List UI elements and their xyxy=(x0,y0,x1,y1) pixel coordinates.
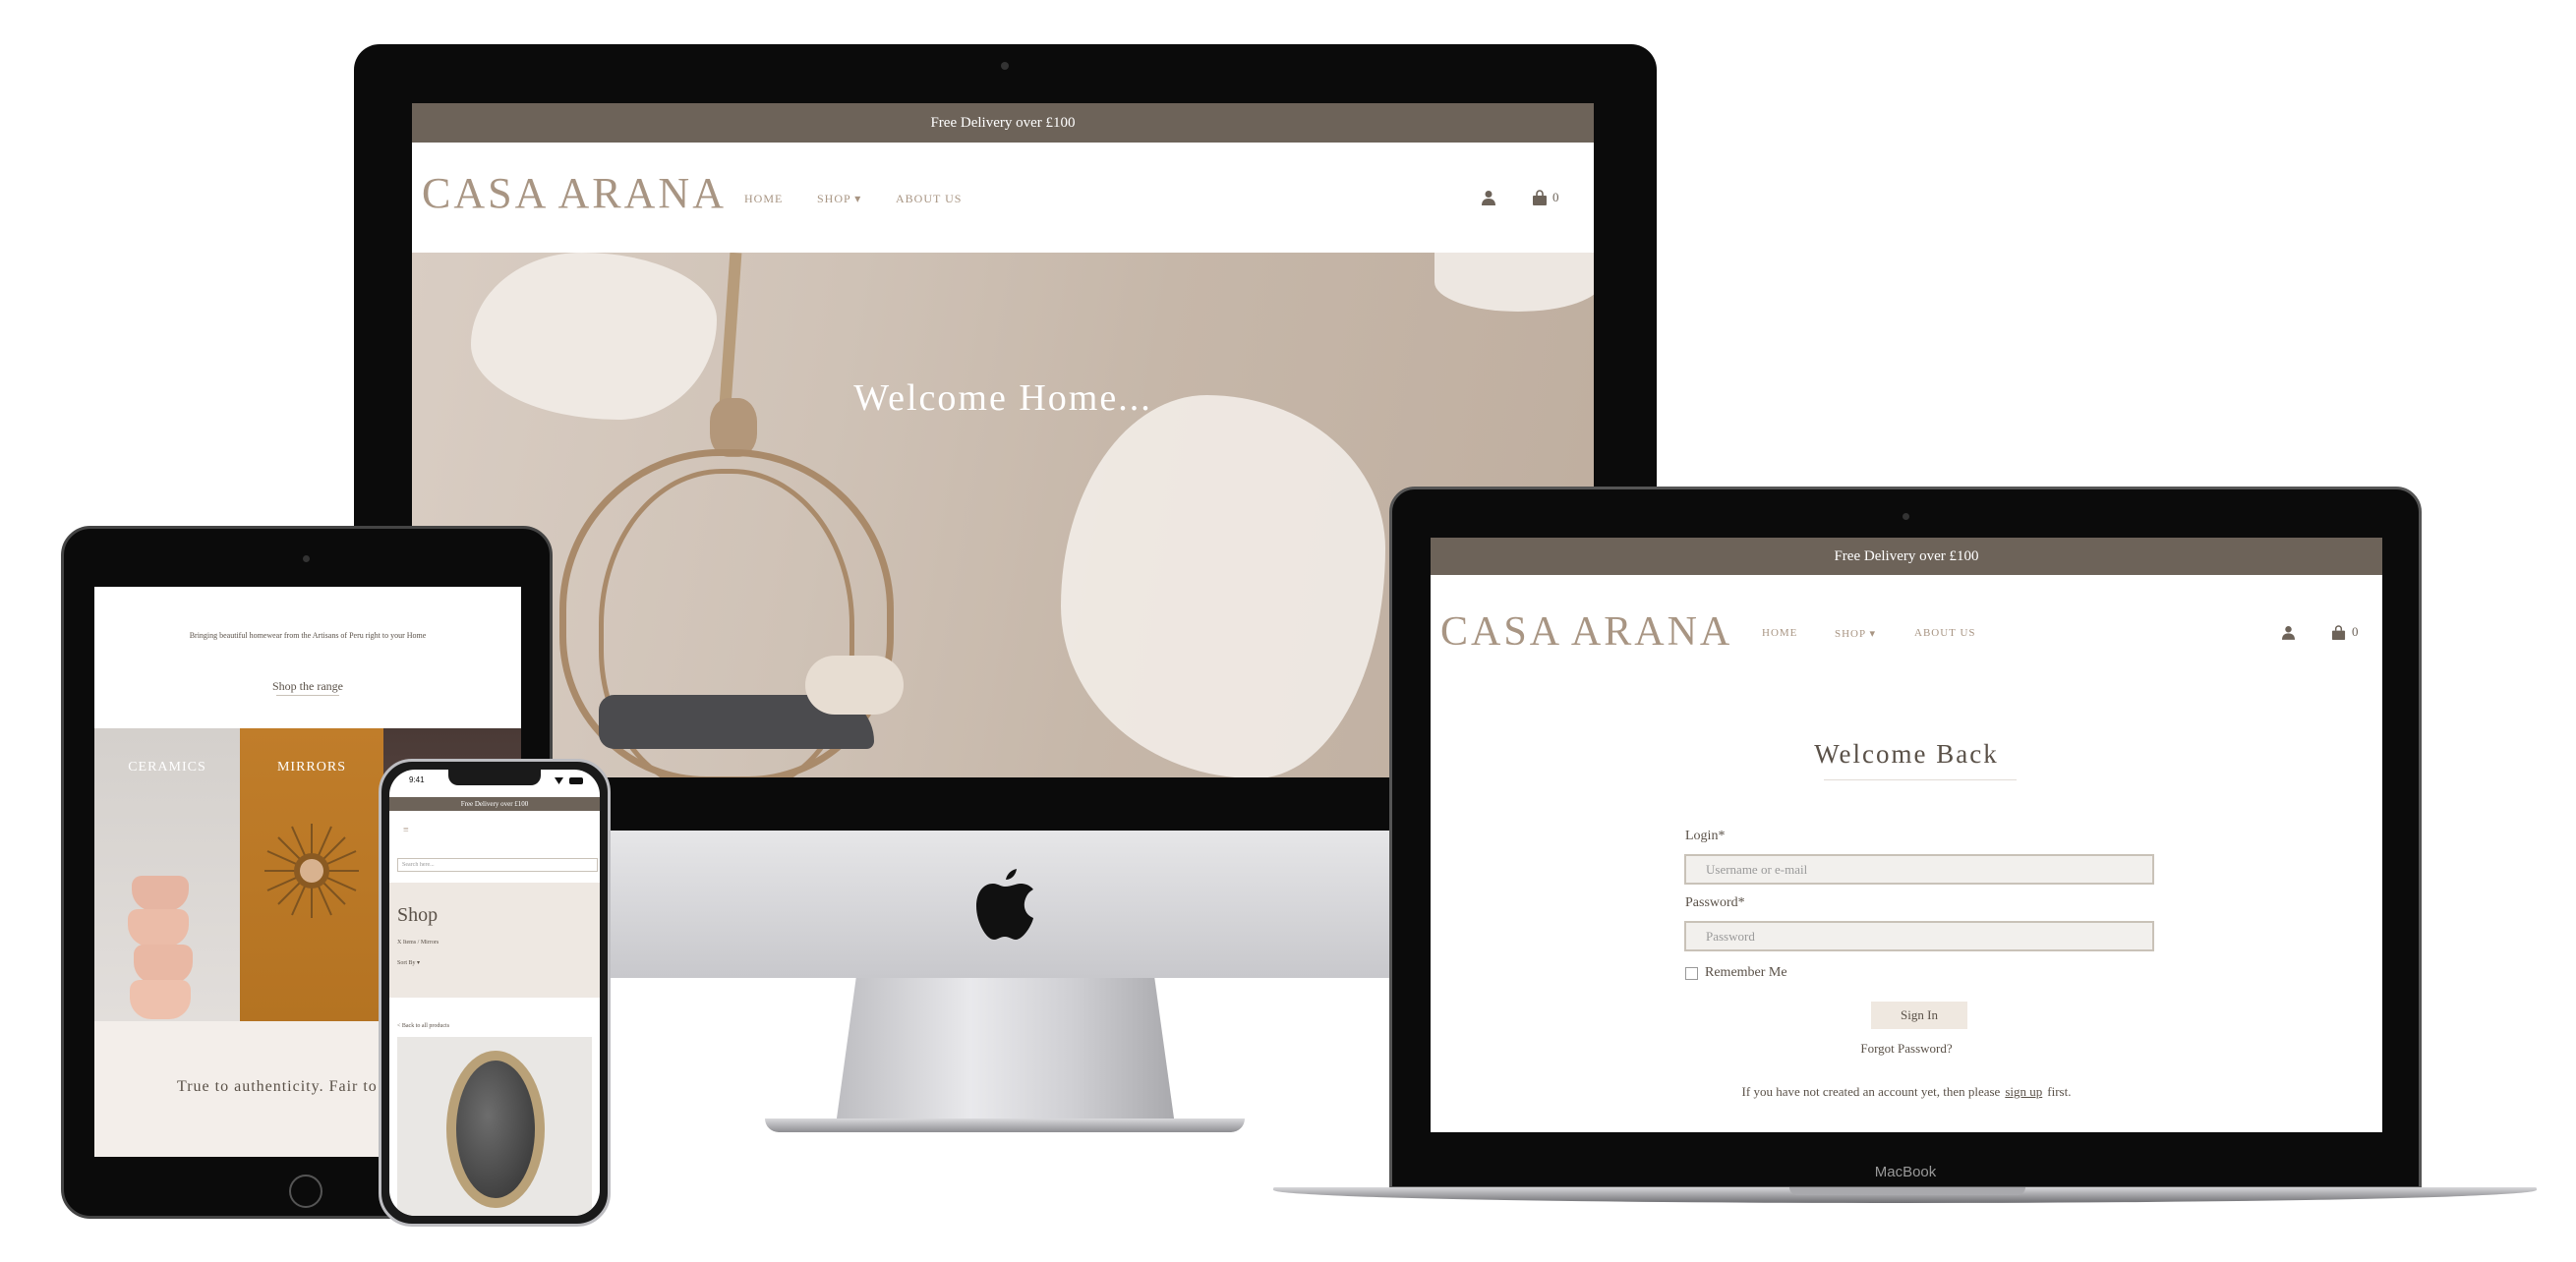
ceramic-cup xyxy=(130,980,191,1019)
caret-down-icon: ▾ xyxy=(850,192,862,205)
free-delivery-banner: Free Delivery over £100 xyxy=(1431,538,2382,575)
account-icon[interactable] xyxy=(2282,625,2295,640)
imac-stand-base xyxy=(765,1119,1245,1132)
login-label: Login* xyxy=(1685,829,1726,843)
ipad-camera xyxy=(303,555,310,562)
wifi-icon xyxy=(555,777,563,784)
signup-text-before: If you have not created an account yet, … xyxy=(1741,1084,2001,1099)
password-input[interactable] xyxy=(1684,921,2154,951)
category-ceramics-label: CERAMICS xyxy=(128,760,206,774)
cart-icon[interactable] xyxy=(2331,625,2346,640)
site-logo[interactable]: CASA ARANA xyxy=(1440,608,1732,656)
hero-wall-brick xyxy=(1434,253,1594,312)
site-header: CASA ARANA HOME SHOP ▾ ABOUT US 0 xyxy=(412,143,1594,253)
battery-icon xyxy=(569,777,583,784)
shop-header-band: Shop X Items / Mirrors Sort By ▾ xyxy=(389,883,600,998)
free-delivery-banner: Free Delivery over £100 xyxy=(389,797,600,811)
free-delivery-banner: Free Delivery over £100 xyxy=(412,103,1594,143)
signup-text-after: first. xyxy=(2047,1084,2072,1099)
ceramic-cup xyxy=(134,945,193,984)
nav-shop[interactable]: SHOP ▾ xyxy=(817,192,861,206)
hamburger-icon[interactable]: ≡ xyxy=(403,825,409,835)
tagline: Bringing beautiful homewear from the Art… xyxy=(189,630,427,640)
search-input[interactable] xyxy=(397,858,598,872)
sort-label: Sort By xyxy=(397,960,416,966)
site-logo[interactable]: CASA ARANA xyxy=(422,168,727,218)
sunburst-mirror xyxy=(263,822,361,920)
nav-shop-label: SHOP xyxy=(817,192,851,205)
remember-checkbox[interactable] xyxy=(1685,967,1698,980)
signup-prompt: If you have not created an account yet, … xyxy=(1431,1082,2382,1102)
signin-button[interactable]: Sign In xyxy=(1871,1002,1967,1029)
shop-title: Shop xyxy=(397,904,439,926)
macbook-screen: Free Delivery over £100 CASA ARANA HOME … xyxy=(1431,538,2382,1132)
ceramic-cup xyxy=(132,876,189,911)
signup-link[interactable]: sign up xyxy=(2005,1084,2042,1100)
authenticity-text: True to authenticity. Fair to t xyxy=(177,1078,388,1095)
product-image-mirror[interactable] xyxy=(397,1037,592,1216)
nav-shop[interactable]: SHOP ▾ xyxy=(1835,627,1876,640)
page-title: Welcome Back xyxy=(1814,738,1999,769)
category-mirrors-label: MIRRORS xyxy=(276,760,347,774)
apple-logo-icon xyxy=(973,865,1036,942)
sort-select[interactable]: Sort By ▾ xyxy=(397,959,420,966)
cart-count: 0 xyxy=(2352,624,2359,639)
hero-wall-brick xyxy=(1061,395,1385,777)
nav-shop-label: SHOP xyxy=(1835,628,1866,640)
cart-icon[interactable] xyxy=(1532,190,1548,205)
password-label: Password* xyxy=(1685,895,1745,910)
ipad-home-button xyxy=(289,1175,322,1208)
shop-range-link[interactable]: Shop the range xyxy=(94,677,521,695)
category-mirrors[interactable]: MIRRORS xyxy=(240,728,383,1021)
chevron-down-icon: ▾ xyxy=(415,960,421,966)
nav-about[interactable]: ABOUT US xyxy=(896,192,962,206)
hero-title: Welcome Home... xyxy=(853,377,1152,419)
iphone-notch xyxy=(448,770,541,785)
macbook-notch xyxy=(1789,1187,2025,1195)
shop-breadcrumb: X Items / Mirrors xyxy=(397,940,439,946)
category-ceramics[interactable]: CERAMICS xyxy=(94,728,240,1021)
hero-chair-cushion xyxy=(805,656,904,715)
caret-down-icon: ▾ xyxy=(1865,628,1876,640)
nav-home[interactable]: HOME xyxy=(1762,627,1797,639)
imac-stand xyxy=(836,978,1175,1125)
login-input[interactable] xyxy=(1684,854,2154,885)
macbook-camera xyxy=(1903,513,1909,520)
ornate-mirror xyxy=(446,1051,545,1208)
cart-count: 0 xyxy=(1552,190,1559,204)
account-icon[interactable] xyxy=(1482,190,1495,205)
remember-label: Remember Me xyxy=(1705,965,1787,980)
macbook-label: MacBook xyxy=(1874,1163,1937,1180)
status-time: 9:41 xyxy=(409,775,425,784)
nav-home[interactable]: HOME xyxy=(744,192,783,206)
ceramic-cup xyxy=(128,909,189,946)
nav-about[interactable]: ABOUT US xyxy=(1914,627,1976,639)
shop-range-underline xyxy=(276,695,339,696)
title-divider xyxy=(1824,779,2017,780)
back-link[interactable]: < Back to all products xyxy=(397,1023,449,1029)
forgot-password-link[interactable]: Forgot Password? xyxy=(1431,1039,2382,1059)
imac-camera xyxy=(1001,62,1009,70)
iphone-screen: 9:41 Free Delivery over £100 ≡ Shop X It… xyxy=(389,770,600,1216)
